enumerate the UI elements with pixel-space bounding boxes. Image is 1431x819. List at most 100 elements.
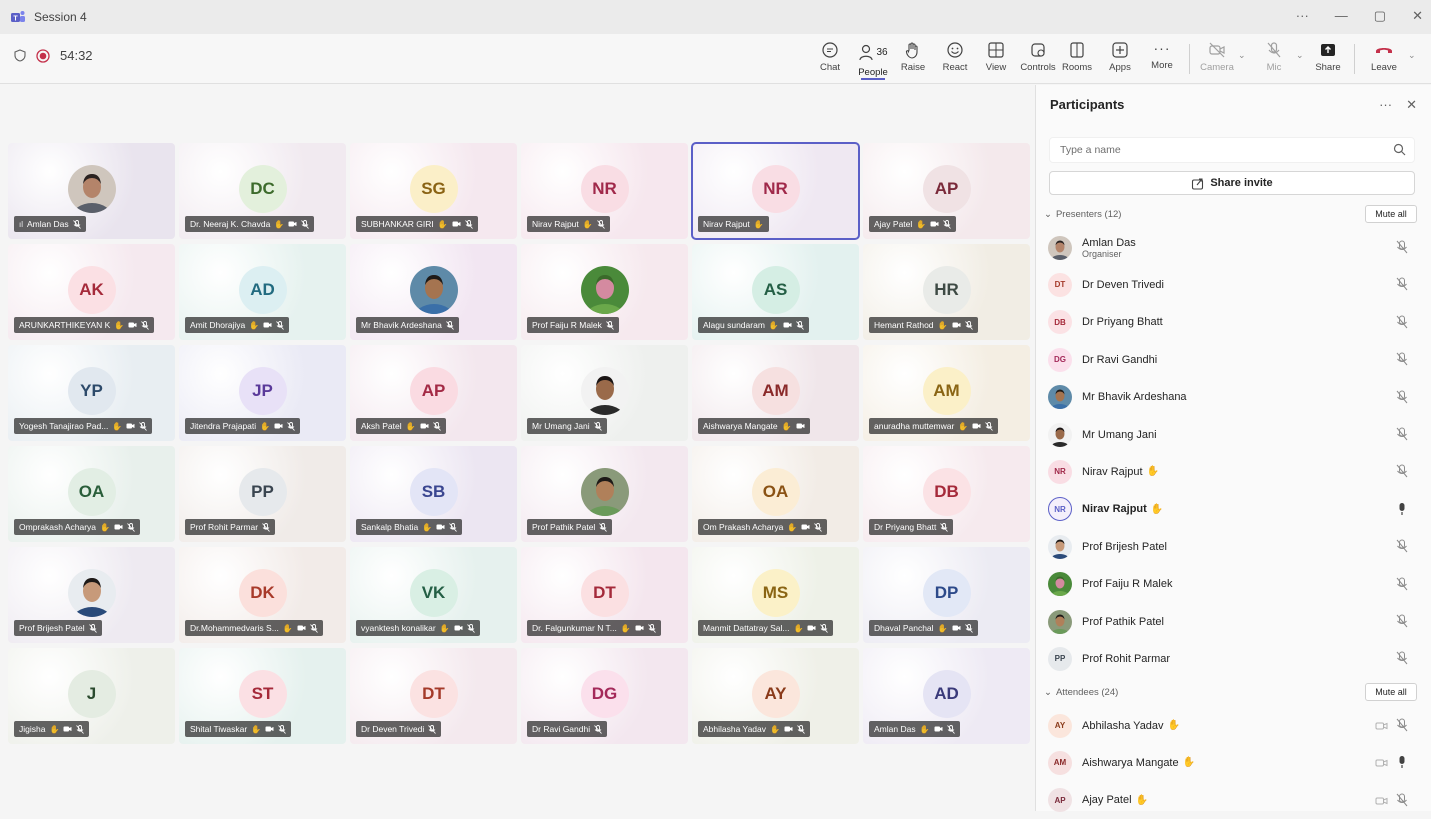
camera-options-chevron[interactable]: ⌄	[1238, 50, 1246, 61]
participant-tile[interactable]: DT Dr Deven Trivedi	[350, 648, 517, 744]
camera-button[interactable]: Camera	[1195, 38, 1239, 80]
raised-hand-icon: ✋	[1182, 757, 1196, 769]
participant-tile[interactable]: OA Om Prakash Acharya ✋	[692, 446, 859, 542]
participant-tile[interactable]: ıl Amlan Das	[8, 143, 175, 239]
participant-tile[interactable]: AM anuradha muttemwar ✋	[863, 345, 1030, 441]
participant-nameplate: Hemant Rathod ✋	[869, 317, 978, 333]
close-window-button[interactable]: ✕	[1412, 8, 1423, 24]
participant-initials-avatar: AD	[922, 670, 971, 718]
participant-row[interactable]: NR Nirav Rajput ✋	[1048, 453, 1418, 490]
mic-off-icon	[88, 623, 97, 633]
participant-tile[interactable]: AY Abhilasha Yadav ✋	[692, 648, 859, 744]
participant-tile[interactable]: AP Aksh Patel ✋	[350, 345, 517, 441]
participant-tile[interactable]: DC Dr. Neeraj K. Chavda ✋	[179, 143, 346, 239]
participant-tile[interactable]: OA Omprakash Acharya ✋	[8, 446, 175, 542]
participant-row[interactable]: Mr Umang Jani	[1048, 416, 1418, 453]
participant-tile[interactable]: SG SUBHANKAR GIRI ✋	[350, 143, 517, 239]
view-button[interactable]: View	[974, 38, 1018, 80]
participant-tile[interactable]: DP Dhaval Panchal ✋	[863, 547, 1030, 643]
mute-all-presenters-button[interactable]: Mute all	[1365, 205, 1417, 223]
participant-tile[interactable]: Mr Bhavik Ardeshana	[350, 244, 517, 340]
participant-tile[interactable]: Prof Faiju R Malek	[521, 244, 688, 340]
participant-tile[interactable]: MS Manmit Dattatray Sal... ✋	[692, 547, 859, 643]
participant-tile[interactable]: HR Hemant Rathod ✋	[863, 244, 1030, 340]
participant-initials-avatar: DK	[238, 569, 287, 617]
participant-photo	[580, 367, 629, 415]
mute-all-attendees-button[interactable]: Mute all	[1365, 683, 1417, 701]
participant-row[interactable]: PP Prof Rohit Parmar	[1048, 640, 1418, 677]
participant-tile[interactable]: AM Aishwarya Mangate ✋	[692, 345, 859, 441]
participant-row[interactable]: DG Dr Ravi Gandhi	[1048, 341, 1418, 378]
participant-tile[interactable]: J Jigisha ✋	[8, 648, 175, 744]
maximize-button[interactable]: ▢	[1374, 8, 1386, 24]
participant-tile[interactable]: JP Jitendra Prajapati ✋	[179, 345, 346, 441]
participant-tile[interactable]: ST Shital Tiwaskar ✋	[179, 648, 346, 744]
share-button[interactable]: Share	[1306, 38, 1350, 80]
raise-hand-button[interactable]: Raise	[891, 38, 935, 80]
camera-off-icon	[952, 625, 961, 631]
participant-tile[interactable]: PP Prof Rohit Parmar	[179, 446, 346, 542]
participant-tile[interactable]: AP Ajay Patel ✋	[863, 143, 1030, 239]
controls-button[interactable]: Controls	[1016, 38, 1060, 80]
mic-options-chevron[interactable]: ⌄	[1296, 50, 1304, 61]
rooms-label: Rooms	[1061, 62, 1093, 73]
react-button[interactable]: React	[933, 38, 977, 80]
participant-row[interactable]: Mr Bhavik Ardeshana	[1048, 379, 1418, 416]
mic-button[interactable]: Mic	[1252, 38, 1296, 80]
mic-off-icon	[596, 219, 605, 229]
participant-nameplate: Ajay Patel ✋	[869, 216, 957, 232]
participant-tile[interactable]: NR Nirav Rajput ✋	[691, 142, 860, 240]
share-invite-button[interactable]: Share invite	[1049, 171, 1415, 195]
camera-off-icon	[126, 423, 135, 429]
participant-row[interactable]: Prof Faiju R Malek	[1048, 566, 1418, 603]
rooms-button[interactable]: Rooms	[1055, 38, 1099, 80]
participant-row[interactable]: Prof Pathik Patel	[1048, 603, 1418, 640]
participant-initials-avatar: VK	[409, 569, 458, 617]
participant-photo	[67, 569, 116, 617]
presenters-section-toggle[interactable]: ⌄ Presenters (12)	[1044, 209, 1121, 220]
raised-hand-icon: ✋	[582, 219, 593, 229]
participant-tile[interactable]: SB Sankalp Bhatia ✋	[350, 446, 517, 542]
participant-row[interactable]: AP Ajay Patel ✋	[1048, 782, 1418, 819]
participant-nameplate: Prof Brijesh Patel	[14, 620, 102, 636]
participant-tile[interactable]: DB Dr Priyang Bhatt	[863, 446, 1030, 542]
participant-tile[interactable]: YP Yogesh Tanajirao Pad... ✋	[8, 345, 175, 441]
participant-row[interactable]: AY Abhilasha Yadav ✋	[1048, 707, 1418, 744]
people-icon	[859, 44, 874, 61]
participant-nameplate: Aishwarya Mangate ✋	[698, 418, 810, 434]
participant-tile[interactable]: DG Dr Ravi Gandhi	[521, 648, 688, 744]
participant-row[interactable]: NR Nirav Rajput ✋	[1048, 491, 1418, 528]
apps-button[interactable]: Apps	[1098, 38, 1142, 80]
chat-icon	[822, 42, 838, 58]
participant-tile[interactable]: AD Amit Dhorajiya ✋	[179, 244, 346, 340]
attendees-section-toggle[interactable]: ⌄ Attendees (24)	[1044, 687, 1118, 698]
panel-more-button[interactable]: ···	[1379, 97, 1392, 113]
participant-name: Amit Dhorajiya	[190, 320, 246, 330]
participant-initials-avatar: HR	[922, 266, 971, 314]
panel-close-button[interactable]: ✕	[1406, 97, 1417, 113]
participant-tile[interactable]: VK vyanktesh konalikar ✋	[350, 547, 517, 643]
participant-tile[interactable]: Prof Brijesh Patel	[8, 547, 175, 643]
window-more-button[interactable]: ···	[1296, 8, 1309, 24]
participant-row[interactable]: Amlan Das Organiser	[1048, 229, 1418, 266]
participant-tile[interactable]: Prof Pathik Patel	[521, 446, 688, 542]
participant-tile[interactable]: DT Dr. Falgunkumar N T... ✋	[521, 547, 688, 643]
participant-name-block: Nirav Rajput ✋	[1082, 503, 1163, 515]
participant-row[interactable]: Prof Brijesh Patel	[1048, 528, 1418, 565]
more-button[interactable]: ··· More	[1140, 38, 1184, 80]
chat-button[interactable]: Chat	[808, 38, 852, 80]
participant-row[interactable]: DB Dr Priyang Bhatt	[1048, 304, 1418, 341]
participant-tile[interactable]: DK Dr.Mohammedvaris S... ✋	[179, 547, 346, 643]
participant-tile[interactable]: NR Nirav Rajput ✋	[521, 143, 688, 239]
participant-tile[interactable]: Mr Umang Jani	[521, 345, 688, 441]
participant-tile[interactable]: AS Alagu sundaram ✋	[692, 244, 859, 340]
participant-tile[interactable]: AD Amlan Das ✋	[863, 648, 1030, 744]
participant-tile[interactable]: AK ARUNKARTHIKEYAN K ✋	[8, 244, 175, 340]
minimize-button[interactable]: —	[1335, 8, 1348, 24]
leave-options-chevron[interactable]: ⌄	[1408, 50, 1416, 61]
participant-row[interactable]: AM Aishwarya Mangate ✋	[1048, 744, 1418, 781]
participant-row[interactable]: DT Dr Deven Trivedi	[1048, 266, 1418, 303]
leave-button[interactable]: Leave	[1362, 38, 1406, 80]
people-button[interactable]: 36 People	[851, 38, 895, 80]
search-input[interactable]	[1050, 138, 1370, 162]
